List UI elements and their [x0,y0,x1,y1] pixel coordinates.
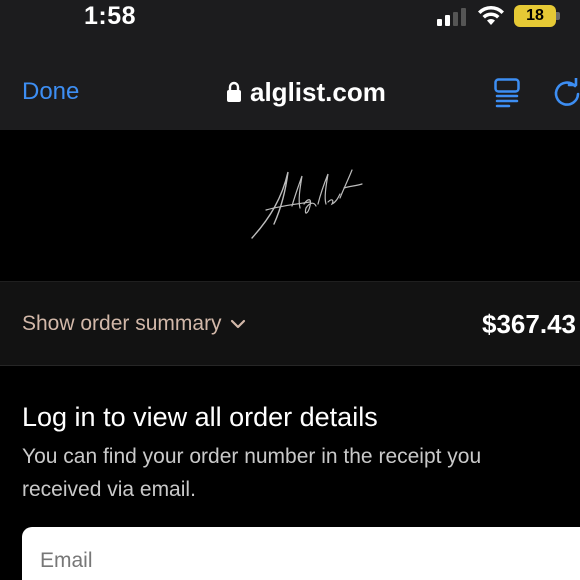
store-header [0,130,580,280]
email-input[interactable] [40,549,560,573]
address-bar[interactable]: alglist.com [226,76,386,108]
cellular-signal-icon [437,8,466,26]
order-summary-bar: Show order summary $367.43 [0,281,580,366]
status-time: 1:58 [84,2,137,30]
lock-icon [227,81,241,102]
wifi-icon [478,5,504,25]
order-summary-label: Show order summary [22,312,222,335]
battery-indicator: 18 [514,5,560,27]
login-description: You can find your order number in the re… [22,445,482,501]
order-total: $367.43 [482,309,576,339]
login-title: Log in to view all order details [22,402,378,432]
reader-mode-icon[interactable] [494,78,520,108]
store-logo[interactable] [240,158,370,248]
email-field[interactable] [22,527,580,580]
battery-level: 18 [514,5,556,27]
chevron-down-icon [230,319,245,329]
browser-toolbar: Done alglist.com [0,40,580,130]
battery-cap [556,12,560,20]
done-button[interactable]: Done [22,78,79,106]
order-summary-toggle[interactable]: Show order summary [22,312,246,336]
url-text: alglist.com [250,76,386,107]
status-bar: 1:58 18 [0,0,580,40]
checkout-page: 1:58 18 Done alglist.com Show order summ… [0,0,580,580]
reload-icon[interactable] [552,78,580,108]
